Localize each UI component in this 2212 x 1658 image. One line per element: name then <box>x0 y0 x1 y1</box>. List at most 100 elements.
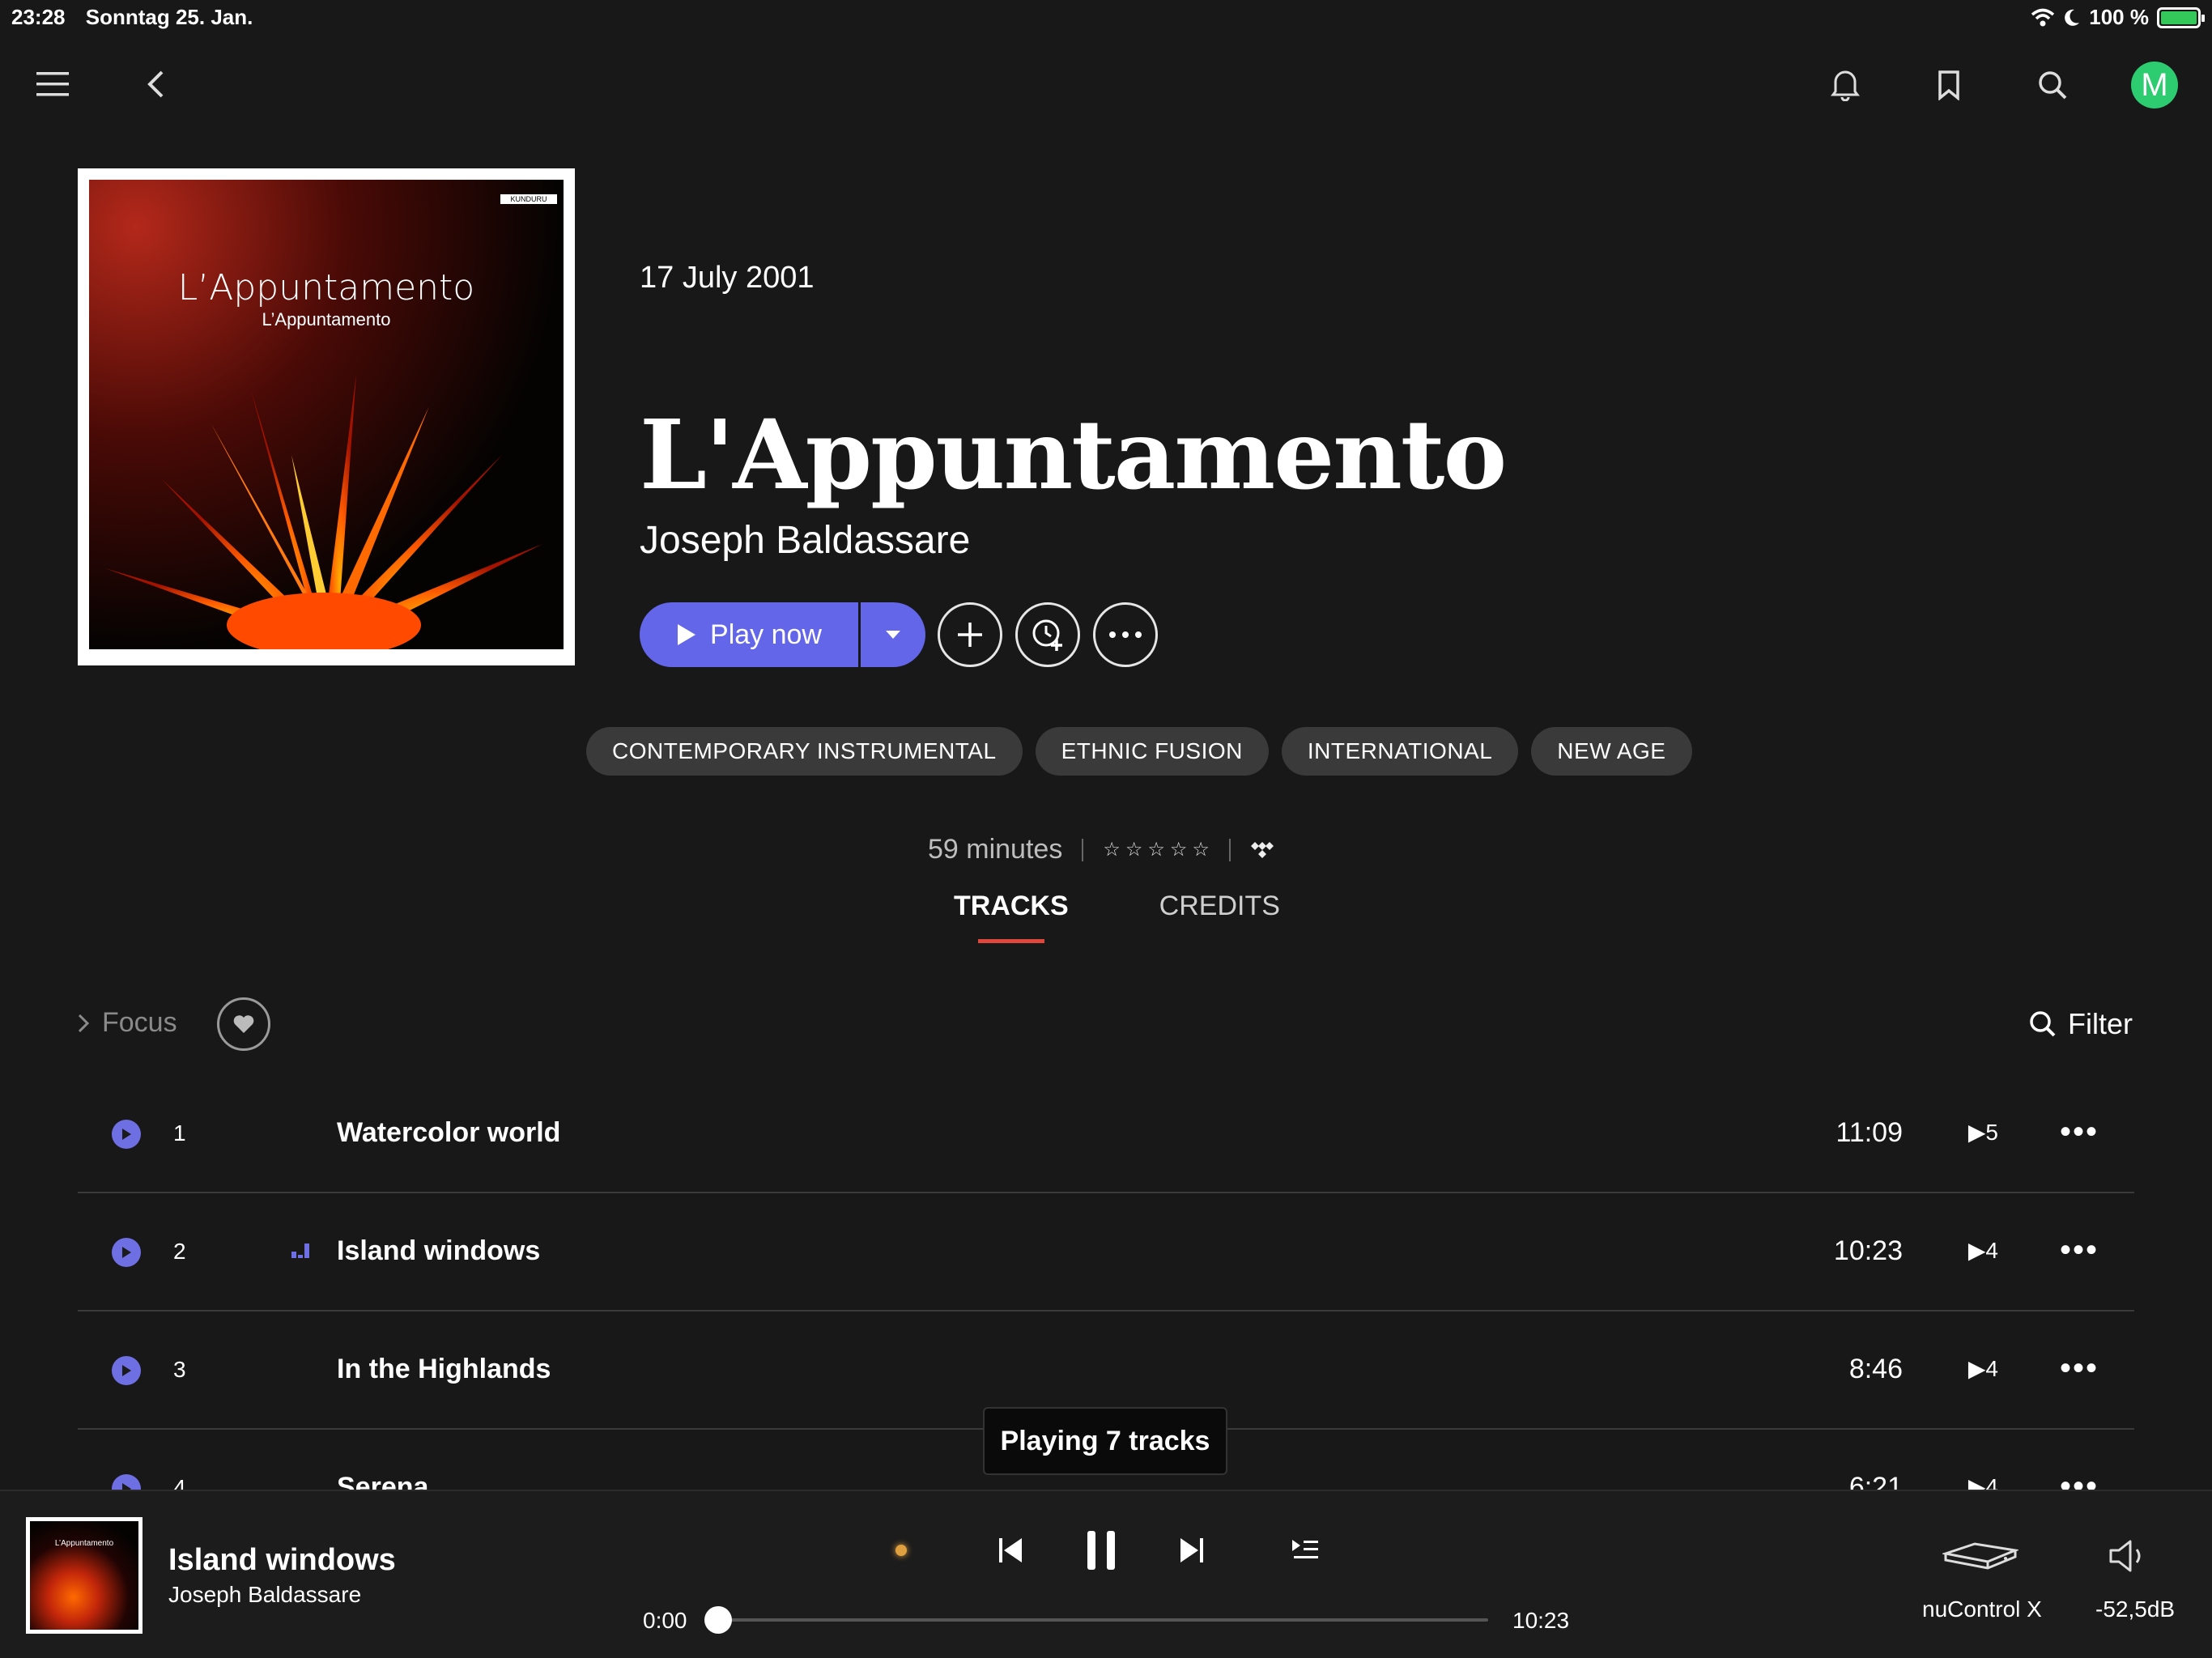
more-options-button[interactable] <box>1093 602 1158 667</box>
output-device-button[interactable] <box>1940 1537 2021 1577</box>
add-button[interactable] <box>938 602 1002 667</box>
genre-tags: CONTEMPORARY INSTRUMENTAL ETHNIC FUSION … <box>586 727 1692 776</box>
filter-label: Filter <box>2068 1007 2133 1040</box>
status-bar-right: 100 % <box>2031 5 2205 30</box>
next-track-button[interactable] <box>1174 1530 1210 1571</box>
play-count-value: 5 <box>1985 1120 1998 1145</box>
skip-forward-icon <box>1180 1538 1203 1562</box>
star-icon[interactable]: ☆ <box>1147 838 1165 861</box>
play-count-value: 4 <box>1985 1356 1998 1381</box>
elapsed-time: 0:00 <box>643 1608 687 1633</box>
genre-tag[interactable]: CONTEMPORARY INSTRUMENTAL <box>586 727 1023 776</box>
track-duration: 10:23 <box>1833 1235 1903 1266</box>
menu-icon[interactable] <box>32 66 73 102</box>
user-avatar[interactable]: M <box>2131 62 2178 108</box>
genre-tag[interactable]: NEW AGE <box>1531 727 1692 776</box>
tab-credits[interactable]: CREDITS <box>1159 891 1280 922</box>
search-icon[interactable] <box>2032 65 2073 105</box>
moon-icon <box>2065 9 2080 26</box>
album-title: L'Appuntamento <box>640 398 1507 511</box>
album-cover: KUNDURU L’Appuntamento L’Appuntamento <box>78 168 575 665</box>
filter-button[interactable]: Filter <box>2029 1007 2133 1041</box>
queue-icon <box>1292 1540 1318 1558</box>
track-play-count: ▶4 <box>1967 1356 1998 1381</box>
track-duration: 8:46 <box>1848 1354 1903 1384</box>
cover-brand: KUNDURU <box>500 194 557 204</box>
now-playing-bars-icon <box>291 1244 309 1258</box>
star-icon[interactable]: ☆ <box>1170 838 1188 861</box>
mini-cover-title: L’Appuntamento <box>54 1539 114 1548</box>
back-icon[interactable] <box>138 66 173 102</box>
caret-down-icon <box>886 631 900 639</box>
play-options-dropdown[interactable] <box>861 602 925 667</box>
track-play-count: ▶4 <box>1967 1238 1998 1263</box>
more-icon <box>1109 631 1142 638</box>
battery-icon <box>2157 6 2205 28</box>
pause-button[interactable] <box>1082 1527 1121 1574</box>
output-device-label[interactable]: nuControl X <box>1922 1596 2042 1622</box>
status-dot-icon <box>895 1545 907 1556</box>
bell-icon[interactable] <box>1825 65 1865 105</box>
total-time: 10:23 <box>1512 1608 1570 1633</box>
tidal-icon <box>1250 841 1274 858</box>
track-row[interactable]: 1 Watercolor world 11:09 ▶5 ••• <box>78 1075 2134 1193</box>
bookmark-icon[interactable] <box>1929 65 1969 105</box>
track-title[interactable]: Island windows <box>337 1235 540 1267</box>
streamer-device-icon <box>1942 1542 2018 1570</box>
play-track-icon[interactable] <box>112 1120 141 1149</box>
search-icon <box>2030 1011 2056 1037</box>
volume-level[interactable]: -52,5dB <box>2095 1596 2175 1622</box>
track-title[interactable]: Watercolor world <box>337 1117 560 1149</box>
add-to-queue-button[interactable] <box>1015 602 1080 667</box>
queue-button[interactable] <box>1287 1533 1323 1566</box>
track-more-icon[interactable]: ••• <box>2060 1114 2099 1150</box>
previous-track-button[interactable] <box>993 1530 1028 1571</box>
clock-plus-icon <box>1032 619 1062 651</box>
track-number: 1 <box>173 1120 186 1146</box>
heart-icon <box>233 1015 254 1033</box>
play-now-button[interactable]: Play now <box>640 602 858 667</box>
divider <box>1082 838 1084 861</box>
favorite-button[interactable] <box>217 997 270 1051</box>
star-icon[interactable]: ☆ <box>1192 838 1210 861</box>
progress-knob[interactable] <box>704 1606 732 1634</box>
plus-icon <box>958 623 982 647</box>
play-track-icon[interactable] <box>112 1238 141 1267</box>
speaker-icon <box>2109 1540 2141 1572</box>
chevron-right-icon <box>78 1014 89 1032</box>
playing-toast: Playing 7 tracks <box>983 1407 1227 1475</box>
play-count-value: 4 <box>1985 1238 1998 1263</box>
track-more-icon[interactable]: ••• <box>2060 1232 2099 1269</box>
battery-percent: 100 % <box>2089 5 2149 29</box>
tab-tracks[interactable]: TRACKS <box>954 891 1069 943</box>
volume-button[interactable] <box>2105 1533 2150 1579</box>
track-title[interactable]: In the Highlands <box>337 1354 551 1385</box>
release-date: 17 July 2001 <box>640 261 815 295</box>
rating-stars[interactable]: ☆ ☆ ☆ ☆ ☆ <box>1103 838 1210 861</box>
genre-tag[interactable]: INTERNATIONAL <box>1281 727 1519 776</box>
track-number: 3 <box>173 1357 186 1382</box>
artist-name[interactable]: Joseph Baldassare <box>640 518 970 563</box>
focus-toggle[interactable]: Focus <box>78 1007 177 1039</box>
flower-image <box>105 374 542 649</box>
track-more-icon[interactable]: ••• <box>2060 1350 2099 1387</box>
pause-icon <box>1087 1531 1115 1570</box>
now-playing-artist[interactable]: Joseph Baldassare <box>168 1582 361 1608</box>
now-playing-title[interactable]: Island windows <box>168 1543 396 1578</box>
genre-tag[interactable]: ETHNIC FUSION <box>1035 727 1269 776</box>
track-row[interactable]: 2 Island windows 10:23 ▶4 ••• <box>78 1193 2134 1312</box>
play-icon <box>678 624 696 645</box>
now-playing-cover[interactable]: L’Appuntamento <box>26 1517 143 1634</box>
divider <box>1228 838 1231 861</box>
cover-title: L’Appuntamento <box>177 267 475 308</box>
cover-subtitle: L’Appuntamento <box>262 309 391 329</box>
album-duration: 59 minutes <box>928 834 1063 865</box>
play-track-icon[interactable] <box>112 1356 141 1385</box>
skip-back-icon <box>999 1538 1022 1562</box>
star-icon[interactable]: ☆ <box>1103 838 1121 861</box>
star-icon[interactable]: ☆ <box>1125 838 1143 861</box>
progress-bar[interactable] <box>717 1618 1488 1622</box>
status-time: 23:28 <box>11 5 66 29</box>
focus-label: Focus <box>102 1007 177 1038</box>
track-duration: 11:09 <box>1836 1117 1903 1148</box>
